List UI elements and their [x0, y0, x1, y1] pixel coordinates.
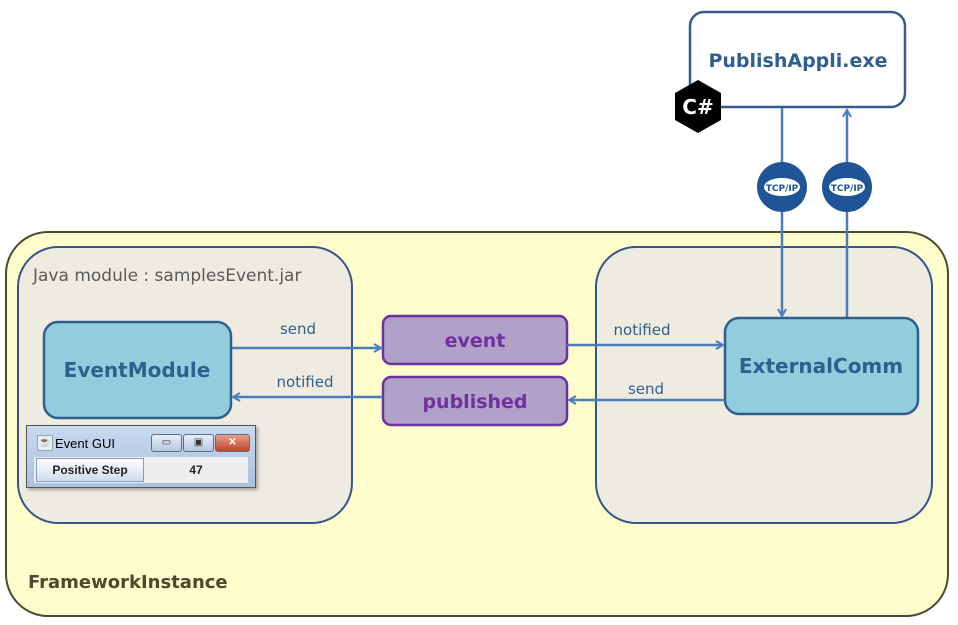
close-button[interactable]: ✕	[215, 434, 250, 452]
minimize-button[interactable]: ▭	[151, 434, 182, 452]
java-icon: ☕	[37, 435, 53, 451]
svg-text:TCP/IP: TCP/IP	[831, 184, 864, 194]
window-title: Event GUI	[55, 436, 115, 451]
send-label: send	[280, 320, 316, 338]
tcp-ip-icon: TCP/IP	[822, 162, 872, 212]
svg-text:TCP/IP: TCP/IP	[766, 184, 799, 194]
maximize-button[interactable]: ▣	[183, 434, 214, 452]
tcp-ip-icon: TCP/IP	[757, 162, 807, 212]
value-display: 47	[189, 463, 203, 477]
send-label: send	[628, 380, 664, 398]
notified-label: notified	[614, 321, 671, 339]
svg-text:C#: C#	[682, 95, 713, 119]
publish-appli-label: PublishAppli.exe	[708, 50, 887, 72]
notified-label: notified	[277, 373, 334, 391]
event-gui-window: ☕ Event GUI ▭ ▣ ✕ Positive Step 47	[26, 425, 256, 488]
window-content: Positive Step 47	[34, 457, 248, 483]
java-module-label: Java module : samplesEvent.jar	[32, 266, 301, 286]
diagram: PublishAppli.exe TCP/IP TCP/IP C# Java m…	[0, 0, 958, 625]
positive-step-button[interactable]: Positive Step	[36, 458, 144, 482]
framework-instance-label: FrameworkInstance	[28, 572, 228, 593]
diagram-canvas: PublishAppli.exe TCP/IP TCP/IP C# Java m…	[5, 10, 949, 617]
external-comm-label: ExternalComm	[739, 354, 903, 378]
event-topic-label: event	[445, 330, 506, 352]
event-module-label: EventModule	[64, 358, 211, 382]
published-topic-label: published	[422, 391, 527, 413]
